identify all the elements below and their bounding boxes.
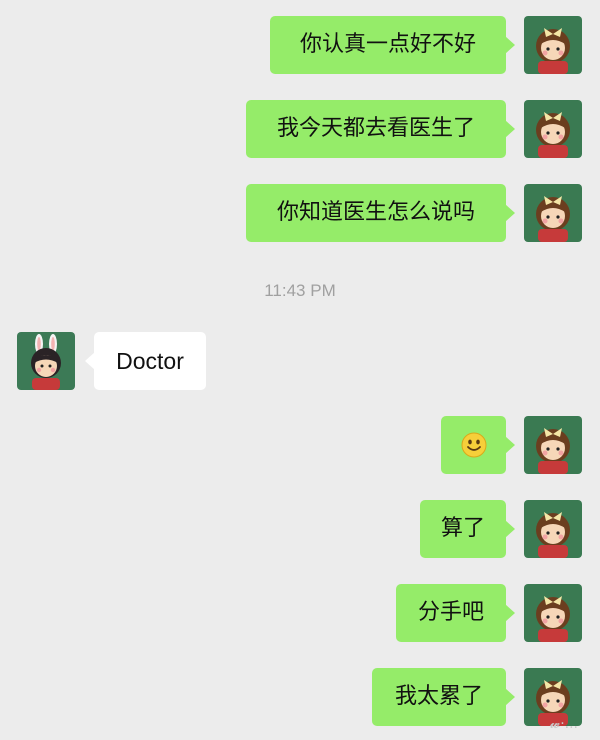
message-text: 算了 bbox=[440, 516, 485, 541]
watermark: 𝔀·... bbox=[549, 716, 578, 732]
message-bubble-outgoing[interactable]: 你认真一点好不好 bbox=[270, 16, 515, 74]
message-bubble-outgoing[interactable]: 分手吧 bbox=[396, 584, 515, 642]
self-avatar[interactable] bbox=[524, 100, 582, 158]
message-bubble-outgoing[interactable]: 我太累了 bbox=[372, 668, 515, 726]
message-text: Doctor bbox=[116, 348, 184, 374]
girl-avatar-icon bbox=[524, 500, 582, 558]
message-bubble-outgoing[interactable] bbox=[441, 416, 515, 474]
self-avatar[interactable] bbox=[524, 584, 582, 642]
message-bubble-outgoing[interactable]: 我今天都去看医生了 bbox=[246, 100, 515, 158]
self-avatar[interactable] bbox=[524, 500, 582, 558]
message-bubble-outgoing[interactable]: 算了 bbox=[420, 500, 515, 558]
girl-avatar-icon bbox=[524, 416, 582, 474]
message-text: 分手吧 bbox=[417, 600, 484, 625]
girl-avatar-icon bbox=[524, 584, 582, 642]
girl-avatar-icon bbox=[524, 100, 582, 158]
message-text: 我太累了 bbox=[394, 684, 483, 709]
girl-avatar-icon bbox=[524, 184, 582, 242]
contact-avatar[interactable] bbox=[17, 332, 75, 390]
girl-avatar-icon bbox=[524, 16, 582, 74]
message-bubble-outgoing[interactable]: 你知道医生怎么说吗 bbox=[246, 184, 515, 242]
message-text: 你知道医生怎么说吗 bbox=[276, 200, 475, 225]
chat-window: 你认真一点好不好 我今天都去看医生了 你知道医生怎么说吗 11:43 PM Do… bbox=[0, 0, 600, 740]
message-bubble-incoming[interactable]: Doctor bbox=[85, 332, 206, 390]
self-avatar[interactable] bbox=[524, 16, 582, 74]
self-avatar[interactable] bbox=[524, 416, 582, 474]
message-text: 你认真一点好不好 bbox=[299, 32, 476, 57]
message-timestamp: 11:43 PM bbox=[264, 281, 336, 300]
boy-bunny-ears-avatar-icon bbox=[17, 332, 75, 390]
smiling-face-emoji-icon bbox=[461, 432, 486, 458]
message-text: 我今天都去看医生了 bbox=[276, 116, 475, 141]
self-avatar[interactable] bbox=[524, 184, 582, 242]
